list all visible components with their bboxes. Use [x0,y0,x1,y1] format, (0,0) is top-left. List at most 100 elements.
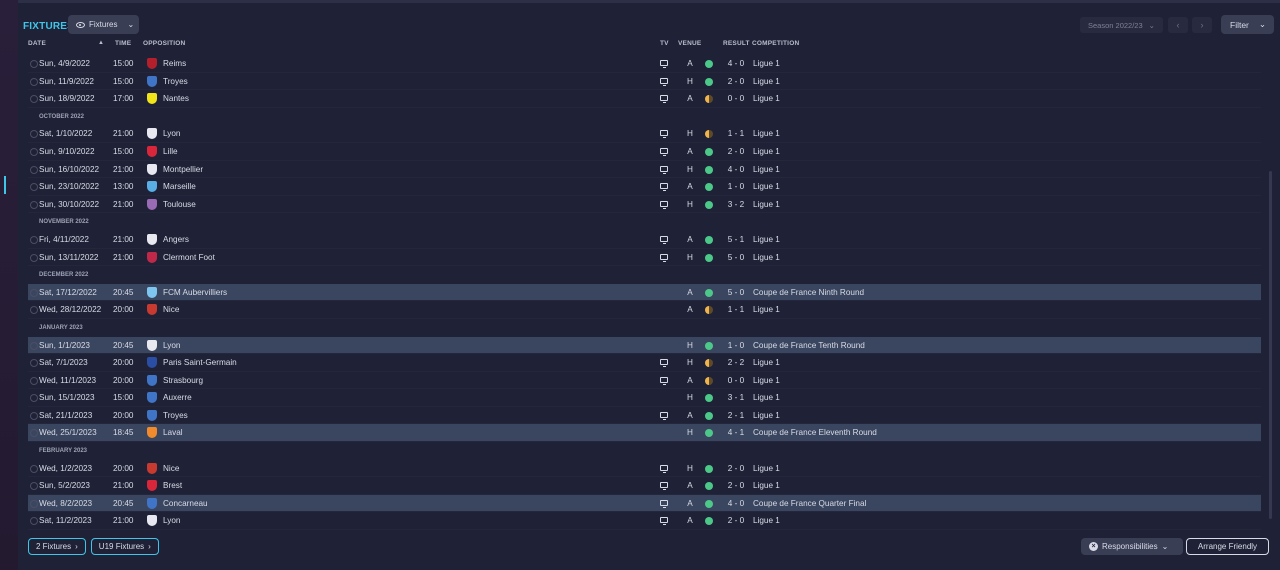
fixture-date[interactable]: Sun, 18/9/2022 [39,94,95,103]
fixture-score[interactable]: 0 - 0 [726,94,746,103]
fixture-row[interactable]: Sun, 5/2/2023 21:00 Brest A 2 - 0 Ligue 1 [28,477,1261,495]
competition-link[interactable]: Ligue 1 [753,77,780,86]
arrange-friendly-button[interactable]: Arrange Friendly [1186,538,1269,555]
responsibilities-button[interactable]: × Responsibilities ⌄ [1081,538,1183,555]
u19-fixtures-link-button[interactable]: U19 Fixtures › [90,538,159,555]
fixture-date[interactable]: Wed, 28/12/2022 [39,305,101,314]
opponent-link[interactable]: Lille [163,147,178,156]
competition-link[interactable]: Ligue 1 [753,147,780,156]
fixture-date[interactable]: Sat, 11/2/2023 [39,516,92,525]
opponent-link[interactable]: Nantes [163,94,189,103]
fixture-score[interactable]: 5 - 0 [726,288,746,297]
fixture-row[interactable]: Wed, 28/12/2022 20:00 Nice A 1 - 1 Ligue 1 [28,301,1261,319]
opponent-link[interactable]: Lyon [163,341,180,350]
competition-link[interactable]: Coupe de France Tenth Round [753,341,865,350]
fixture-score[interactable]: 2 - 0 [726,464,746,473]
fixture-row[interactable]: Sat, 17/12/2022 20:45 FCM Aubervilliers A 5 … [28,283,1261,302]
fixture-date[interactable]: Sat, 17/12/2022 [39,288,97,297]
fixture-date[interactable]: Wed, 8/2/2023 [39,499,92,508]
col-competition-header[interactable]: COMPETITION [752,40,799,47]
fixture-date[interactable]: Sat, 21/1/2023 [39,411,92,420]
competition-link[interactable]: Ligue 1 [753,165,780,174]
fixture-score[interactable]: 4 - 0 [726,165,746,174]
opponent-link[interactable]: Concarneau [163,499,208,508]
fixture-row[interactable]: Sun, 30/10/2022 21:00 Toulouse H 3 - 2 Ligue … [28,196,1261,214]
filter-button[interactable]: Filter ⌄ [1221,15,1274,34]
fixture-row[interactable]: Sun, 9/10/2022 15:00 Lille A 2 - 0 Ligue 1 [28,143,1261,161]
fixture-row[interactable]: Sun, 23/10/2022 13:00 Marseille A 1 - 0 Ligue… [28,178,1261,196]
fixture-date[interactable]: Sun, 23/10/2022 [39,182,99,191]
fixture-date[interactable]: Sun, 5/2/2023 [39,481,90,490]
opponent-link[interactable]: FCM Aubervilliers [163,288,227,297]
fixture-date[interactable]: Sun, 16/10/2022 [39,165,99,174]
competition-link[interactable]: Ligue 1 [753,358,780,367]
fixture-row[interactable]: Sun, 16/10/2022 21:00 Montpellier H 4 - 0 Lig… [28,161,1261,179]
competition-link[interactable]: Ligue 1 [753,253,780,262]
fixture-row[interactable]: Wed, 11/1/2023 20:00 Strasbourg A 0 - 0 Ligue… [28,372,1261,390]
opponent-link[interactable]: Nice [163,464,179,473]
col-venue-header[interactable]: VENUE [678,40,701,47]
next-season-button[interactable]: › [1192,17,1212,33]
fixture-date[interactable]: Sun, 4/9/2022 [39,59,90,68]
opponent-link[interactable]: Troyes [163,77,188,86]
col-tv-header[interactable]: TV [660,40,669,47]
fixture-score[interactable]: 2 - 0 [726,516,746,525]
fixture-score[interactable]: 4 - 0 [726,59,746,68]
competition-link[interactable]: Coupe de France Eleventh Round [753,428,877,437]
opponent-link[interactable]: Lyon [163,516,180,525]
competition-link[interactable]: Ligue 1 [753,411,780,420]
fixture-row[interactable]: Sun, 18/9/2022 17:00 Nantes A 0 - 0 Ligue 1 [28,90,1261,108]
competition-link[interactable]: Ligue 1 [753,59,780,68]
opponent-link[interactable]: Troyes [163,411,188,420]
fixtures-view-button[interactable]: Fixtures ⌄ [68,15,139,34]
opponent-link[interactable]: Paris Saint-Germain [163,358,237,367]
opponent-link[interactable]: Marseille [163,182,196,191]
fixture-date[interactable]: Wed, 1/2/2023 [39,464,92,473]
fixture-score[interactable]: 2 - 0 [726,481,746,490]
fixture-date[interactable]: Fri, 4/11/2022 [39,235,89,244]
opponent-link[interactable]: Clermont Foot [163,253,215,262]
competition-link[interactable]: Ligue 1 [753,376,780,385]
fixture-date[interactable]: Sun, 30/10/2022 [39,200,99,209]
competition-link[interactable]: Ligue 1 [753,200,780,209]
fixture-row[interactable]: Sun, 15/1/2023 15:00 Auxerre H 3 - 1 Ligue 1 [28,389,1261,407]
fixture-score[interactable]: 1 - 1 [726,129,746,138]
fixture-row[interactable]: Wed, 25/1/2023 18:45 Laval H 4 - 1 Coupe de F… [28,424,1261,443]
fixture-row[interactable]: Sat, 1/10/2022 21:00 Lyon H 1 - 1 Ligue 1 [28,125,1261,143]
opponent-link[interactable]: Nice [163,305,179,314]
fixture-score[interactable]: 3 - 1 [726,393,746,402]
fixture-date[interactable]: Sun, 15/1/2023 [39,393,95,402]
fixture-score[interactable]: 5 - 0 [726,253,746,262]
col-time-header[interactable]: TIME [115,40,131,47]
fixture-score[interactable]: 0 - 0 [726,376,746,385]
fixture-row[interactable]: Sun, 11/9/2022 15:00 Troyes H 2 - 0 Ligue 1 [28,73,1261,91]
fixture-row[interactable]: Wed, 1/2/2023 20:00 Nice H 2 - 0 Ligue 1 [28,460,1261,478]
fixture-score[interactable]: 2 - 0 [726,77,746,86]
opponent-link[interactable]: Montpellier [163,165,203,174]
fixture-score[interactable]: 3 - 2 [726,200,746,209]
fixture-date[interactable]: Sat, 1/10/2022 [39,129,92,138]
fixture-score[interactable]: 4 - 1 [726,428,746,437]
fixture-row[interactable]: Sat, 11/2/2023 21:00 Lyon A 2 - 0 Ligue 1 [28,512,1261,531]
fixture-row[interactable]: Sat, 21/1/2023 20:00 Troyes A 2 - 1 Ligue 1 [28,407,1261,425]
competition-link[interactable]: Ligue 1 [753,305,780,314]
fixture-score[interactable]: 4 - 0 [726,499,746,508]
opponent-link[interactable]: Lyon [163,129,180,138]
fixture-date[interactable]: Sat, 7/1/2023 [39,358,88,367]
col-opposition-header[interactable]: OPPOSITION [143,40,185,47]
fixture-score[interactable]: 2 - 1 [726,411,746,420]
fixture-date[interactable]: Wed, 11/1/2023 [39,376,96,385]
competition-link[interactable]: Ligue 1 [753,182,780,191]
fixture-row[interactable]: Sun, 13/11/2022 21:00 Clermont Foot H 5 - 0 L… [28,249,1261,267]
opponent-link[interactable]: Toulouse [163,200,196,209]
opponent-link[interactable]: Angers [163,235,189,244]
fixture-score[interactable]: 5 - 1 [726,235,746,244]
fixture-row[interactable]: Sun, 4/9/2022 15:00 Reims A 4 - 0 Ligue 1 [28,55,1261,73]
fixture-score[interactable]: 1 - 0 [726,182,746,191]
fixture-row[interactable]: Sat, 7/1/2023 20:00 Paris Saint-Germain H 2 … [28,354,1261,372]
competition-link[interactable]: Coupe de France Quarter Final [753,499,866,508]
competition-link[interactable]: Ligue 1 [753,129,780,138]
opponent-link[interactable]: Strasbourg [163,376,203,385]
opponent-link[interactable]: Auxerre [163,393,192,402]
col-result-header[interactable]: RESULT [723,40,750,47]
